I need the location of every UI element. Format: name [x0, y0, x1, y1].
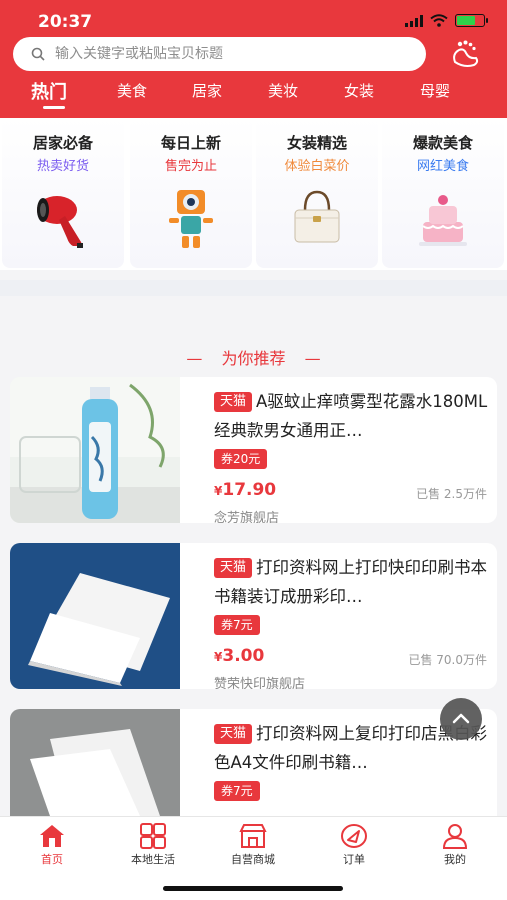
product-image	[10, 377, 180, 523]
footprint-icon[interactable]	[446, 36, 482, 72]
price-value: 3.00	[222, 646, 265, 666]
product-price: ¥17.90	[214, 480, 276, 500]
category-title: 居家必备	[32, 134, 93, 152]
product-price: ¥3.00	[214, 646, 264, 666]
nav-self-operated-mall[interactable]: 自营商城	[203, 823, 303, 867]
category-card-womens-picks[interactable]: 女装精选 体验白菜价	[256, 118, 378, 268]
tmall-badge: 天猫	[214, 392, 253, 412]
search-icon	[31, 47, 45, 61]
product-card[interactable]: 天猫 打印资料网上复印打印店黑白彩色A4文件印刷书籍… 券7元	[10, 709, 497, 816]
category-card-daily-new[interactable]: 每日上新 售完为止	[130, 118, 252, 268]
status-time: 20:37	[38, 12, 93, 32]
home-icon	[40, 825, 64, 847]
nav-label: 首页	[41, 853, 63, 866]
status-bar: 20:37	[0, 0, 507, 36]
tmall-badge: 天猫	[214, 558, 253, 578]
price-value: 17.90	[222, 480, 277, 500]
category-card-home-essentials[interactable]: 居家必备 热卖好货	[2, 118, 124, 268]
store-icon	[239, 824, 267, 848]
heading-dash-right: —	[304, 349, 321, 368]
heading-dash-left: —	[186, 349, 203, 368]
robot-toy-icon	[169, 190, 213, 248]
category-subtitle: 网红美食	[416, 159, 469, 174]
product-title-text: A驱蚊止痒喷雾型花露水180ML经典款男女通用正…	[214, 392, 488, 440]
nav-label: 我的	[444, 853, 466, 866]
coupon-badge[interactable]: 券7元	[214, 615, 260, 635]
tab-home[interactable]: 居家	[192, 80, 222, 101]
tab-baby[interactable]: 母婴	[420, 80, 450, 101]
coupon-badge[interactable]: 券7元	[214, 781, 260, 801]
product-title-text: 打印资料网上打印快印印刷书本书籍装订成册彩印…	[214, 558, 488, 606]
nav-local-life[interactable]: 本地生活	[103, 823, 203, 867]
category-subtitle: 热卖好货	[36, 159, 89, 174]
tab-food[interactable]: 美食	[117, 80, 147, 101]
cake-icon	[419, 195, 467, 246]
category-subtitle: 售完为止	[164, 159, 217, 174]
section-divider	[0, 280, 507, 296]
status-icons	[405, 14, 488, 27]
sold-count: 已售 2.5万件	[416, 487, 487, 501]
profile-icon	[442, 824, 468, 849]
product-card[interactable]: 天猫 A驱蚊止痒喷雾型花露水180ML经典款男女通用正… 券20元 ¥17.90 …	[10, 377, 497, 523]
header: 20:37 热门 美食 居家 美妆 女装	[0, 0, 507, 118]
shop-name: 念芳旗舰店	[214, 511, 280, 523]
sold-count: 已售 70.0万件	[408, 653, 487, 667]
hair-dryer-icon	[37, 196, 83, 248]
nav-label: 本地生活	[131, 853, 175, 866]
featured-categories: 居家必备 热卖好货 每日上新 售完为止 女装精选 体验白菜价 爆款美食 网红美食	[0, 118, 507, 270]
recommend-heading: — 为你推荐 —	[0, 345, 507, 369]
handbag-icon	[294, 190, 340, 243]
nav-label: 订单	[343, 853, 365, 866]
category-title: 爆款美食	[412, 134, 473, 152]
order-icon	[341, 824, 367, 848]
grid-icon	[140, 823, 166, 849]
category-title: 每日上新	[160, 134, 221, 152]
nav-orders[interactable]: 订单	[304, 823, 404, 867]
tmall-badge: 天猫	[214, 724, 253, 744]
tab-beauty[interactable]: 美妆	[268, 80, 298, 101]
active-tab-indicator	[43, 106, 65, 109]
tab-womenswear[interactable]: 女装	[344, 80, 374, 101]
category-title: 女装精选	[286, 134, 347, 152]
category-card-popular-food[interactable]: 爆款美食 网红美食	[382, 118, 504, 268]
chevron-up-icon	[452, 713, 470, 724]
tab-hot[interactable]: 热门	[31, 78, 67, 104]
cellular-signal-icon	[405, 14, 423, 27]
product-card[interactable]: 天猫 打印资料网上打印快印印刷书本书籍装订成册彩印… 券7元 ¥3.00 已售 7…	[10, 543, 497, 689]
shop-name: 赞荣快印旗舰店	[214, 677, 306, 689]
back-to-top-button[interactable]	[440, 698, 482, 740]
nav-home[interactable]: 首页	[2, 823, 102, 867]
product-image	[10, 709, 180, 816]
recommend-title: 为你推荐	[221, 349, 286, 368]
home-indicator	[163, 886, 343, 891]
category-tabs: 热门 美食 居家 美妆 女装 母婴	[0, 76, 507, 116]
product-image	[10, 543, 180, 689]
wifi-icon	[430, 14, 448, 27]
nav-label: 自营商城	[231, 853, 275, 866]
category-subtitle: 体验白菜价	[284, 159, 350, 174]
battery-icon	[455, 14, 488, 27]
product-title: 天猫 A驱蚊止痒喷雾型花露水180ML经典款男女通用正…	[214, 387, 490, 445]
search-bar[interactable]	[13, 37, 426, 71]
search-input[interactable]	[55, 46, 395, 62]
coupon-badge[interactable]: 券20元	[214, 449, 268, 469]
nav-profile[interactable]: 我的	[405, 823, 505, 867]
product-title: 天猫 打印资料网上打印快印印刷书本书籍装订成册彩印…	[214, 553, 490, 611]
